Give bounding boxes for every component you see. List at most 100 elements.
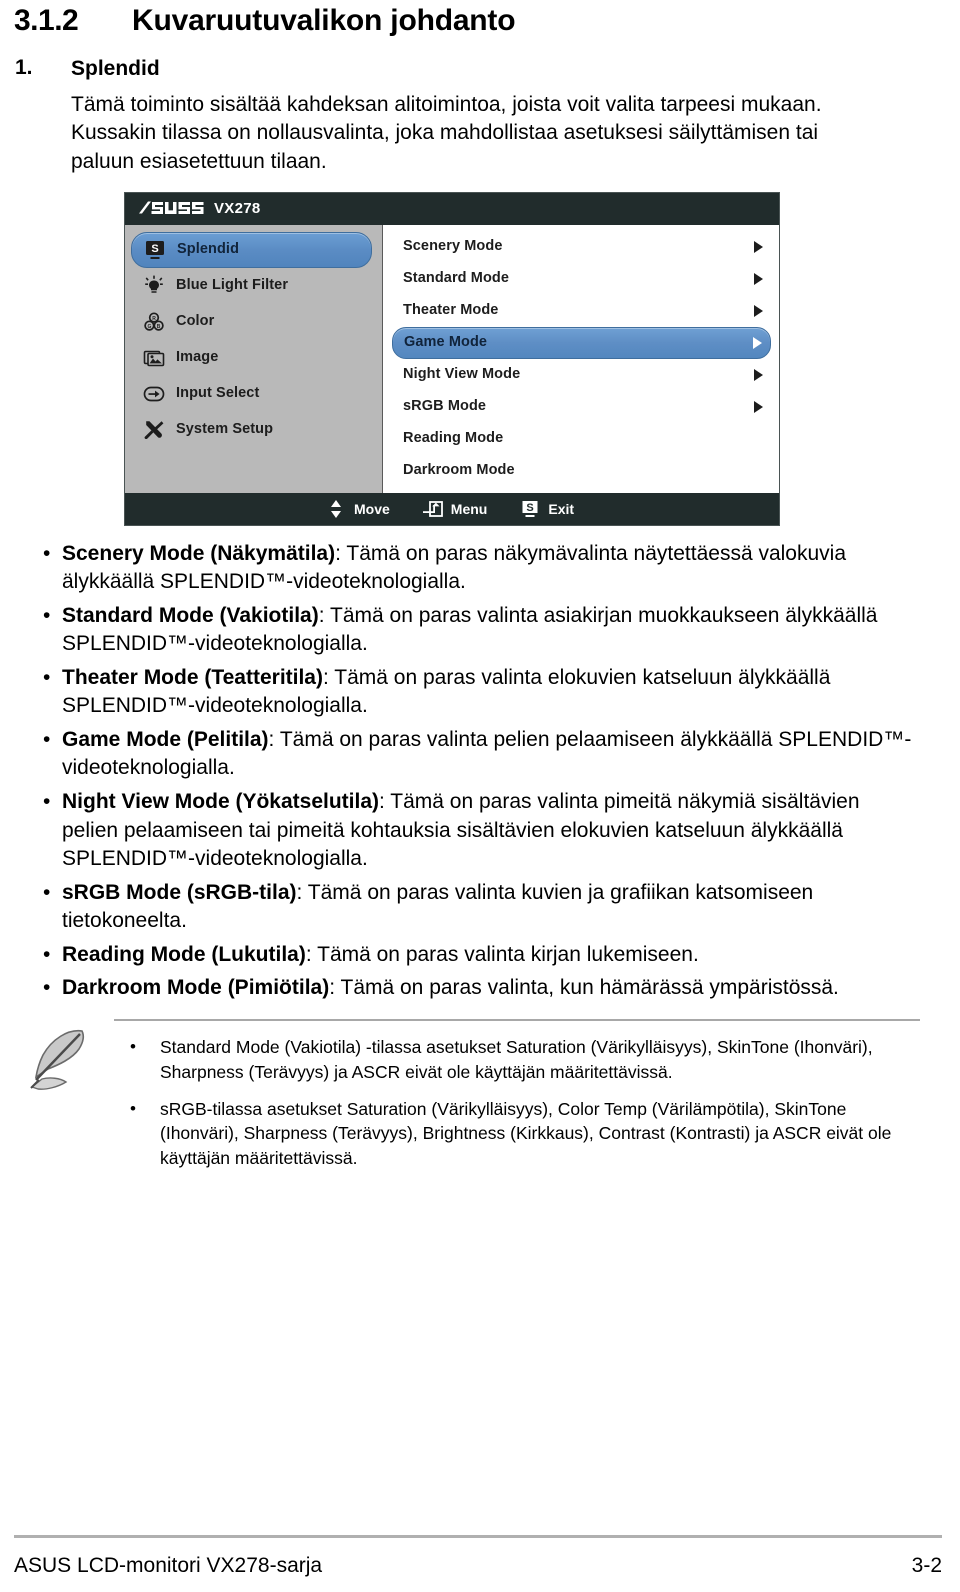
list-item-term: Game Mode (Pelitila) xyxy=(62,727,269,751)
input-arrow-icon xyxy=(141,382,167,406)
numbered-item-body: Splendid Tämä toiminto sisältää kahdeksa… xyxy=(71,56,942,176)
osd-titlebar: VX278 xyxy=(125,192,779,225)
enter-menu-icon xyxy=(422,499,444,519)
note-list-item-text: sRGB-tilassa asetukset Saturation (Värik… xyxy=(160,1098,892,1169)
list-item: • Night View Mode (Yökatselutila): Tämä … xyxy=(14,788,920,874)
section-number: 3.1.2 xyxy=(14,4,79,37)
sidebar-item-blue-light-filter[interactable]: Blue Light Filter xyxy=(131,268,372,304)
mode-label: Night View Mode xyxy=(403,366,521,383)
osd-mode-list: Scenery Mode Standard Mode Theater Mode … xyxy=(383,224,779,493)
list-item: • Scenery Mode (Näkymätila): Tämä on par… xyxy=(14,540,920,597)
mode-row-srgb[interactable]: sRGB Mode xyxy=(392,391,771,423)
list-item-term: Reading Mode (Lukutila) xyxy=(62,942,306,966)
chevron-right-icon xyxy=(754,368,763,381)
bullet-marker: • xyxy=(43,880,51,904)
list-item-text: Night View Mode (Yökatselutila): Tämä on… xyxy=(62,788,920,874)
tools-icon xyxy=(141,418,167,442)
sidebar-item-label: System Setup xyxy=(176,421,274,438)
bullet-marker: • xyxy=(43,541,51,565)
note-list: • Standard Mode (Vakiotila) -tilassa ase… xyxy=(114,1021,920,1183)
osd-figure: VX278 S Splendid Blue Light Filter R G B… xyxy=(124,191,942,526)
section-heading: 3.1.2 Kuvaruutuvalikon johdanto xyxy=(14,4,942,38)
list-item: • sRGB Mode (sRGB-tila): Tämä on paras v… xyxy=(14,879,920,936)
list-item-term: sRGB Mode (sRGB-tila) xyxy=(62,880,297,904)
page-footer: ASUS LCD-monitori VX278-sarja 3-2 xyxy=(0,1535,960,1592)
osd-hint-label: Move xyxy=(354,500,390,517)
chevron-right-icon xyxy=(754,304,763,317)
bullet-marker: • xyxy=(43,790,51,813)
chevron-right-icon xyxy=(753,336,762,349)
asus-logo-icon xyxy=(139,201,205,216)
svg-text:S: S xyxy=(151,243,158,255)
sidebar-item-color[interactable]: R G B Color xyxy=(131,304,372,340)
sidebar-item-label: Image xyxy=(176,349,219,366)
splendid-s-icon: S xyxy=(519,499,541,519)
list-item-text: Reading Mode (Lukutila): Tämä on paras v… xyxy=(62,941,920,970)
osd-window: VX278 S Splendid Blue Light Filter R G B… xyxy=(124,191,780,526)
sidebar-item-label: Splendid xyxy=(177,241,240,258)
list-item: • Darkroom Mode (Pimiötila): Tämä on par… xyxy=(14,974,920,1003)
list-item-text: Scenery Mode (Näkymätila): Tämä on paras… xyxy=(62,540,920,597)
list-item-term: Theater Mode (Teatteritila) xyxy=(62,665,323,689)
mode-label: Darkroom Mode xyxy=(403,462,515,479)
list-item-desc: : Tämä on paras valinta kirjan lukemisee… xyxy=(305,942,699,966)
note-list-item-text: Standard Mode (Vakiotila) -tilassa asetu… xyxy=(160,1036,873,1082)
sidebar-item-input-select[interactable]: Input Select xyxy=(131,376,372,412)
sidebar-item-label: Color xyxy=(176,313,215,330)
list-item-text: Theater Mode (Teatteritila): Tämä on par… xyxy=(62,664,920,721)
sidebar-item-label: Input Select xyxy=(176,385,260,402)
sidebar-item-splendid[interactable]: S Splendid xyxy=(131,231,372,268)
lightbulb-icon xyxy=(141,274,167,298)
osd-sidebar: S Splendid Blue Light Filter R G B Color… xyxy=(125,224,383,493)
page-number: 3-2 xyxy=(911,1554,942,1577)
note-list-item: • Standard Mode (Vakiotila) -tilassa ase… xyxy=(114,1035,920,1085)
mode-label: Theater Mode xyxy=(403,302,499,319)
sidebar-item-label: Blue Light Filter xyxy=(176,277,289,294)
chevron-right-icon xyxy=(754,240,763,253)
mode-row-scenery[interactable]: Scenery Mode xyxy=(392,231,771,263)
list-item: • Theater Mode (Teatteritila): Tämä on p… xyxy=(14,664,920,721)
page-title: Kuvaruutuvalikon johdanto xyxy=(132,4,516,37)
mode-label: sRGB Mode xyxy=(403,398,487,415)
svg-text:B: B xyxy=(157,323,161,329)
osd-model-label: VX278 xyxy=(214,200,261,218)
osd-hint-move[interactable]: Move xyxy=(325,499,390,519)
chevron-right-icon xyxy=(754,400,763,413)
bullet-marker: • xyxy=(130,1098,136,1118)
bullet-marker: • xyxy=(43,603,51,627)
footer-divider xyxy=(14,1535,942,1538)
mode-row-standard[interactable]: Standard Mode xyxy=(392,263,771,295)
osd-hint-menu[interactable]: Menu xyxy=(422,499,487,519)
numbered-item-marker: 1. xyxy=(15,56,33,79)
svg-text:G: G xyxy=(147,323,151,329)
mode-row-reading[interactable]: Reading Mode xyxy=(392,423,771,455)
mode-row-game[interactable]: Game Mode xyxy=(392,326,771,359)
svg-text:S: S xyxy=(527,502,534,514)
splendid-monitor-icon: S xyxy=(142,238,168,262)
list-item-desc: : Tämä on paras valinta, kun hämärässä y… xyxy=(329,976,839,1000)
list-item-text: Game Mode (Pelitila): Tämä on paras vali… xyxy=(62,726,920,783)
note-body: • Standard Mode (Vakiotila) -tilassa ase… xyxy=(114,1018,942,1183)
sidebar-item-system-setup[interactable]: System Setup xyxy=(131,412,372,448)
chevron-right-icon xyxy=(754,272,763,285)
footer-row: ASUS LCD-monitori VX278-sarja 3-2 xyxy=(14,1554,942,1592)
mode-row-theater[interactable]: Theater Mode xyxy=(392,295,771,327)
numbered-item-title: Splendid xyxy=(71,57,160,80)
list-item-text: Standard Mode (Vakiotila): Tämä on paras… xyxy=(62,602,920,659)
osd-hint-exit[interactable]: S Exit xyxy=(519,499,574,519)
mode-label: Scenery Mode xyxy=(403,238,503,255)
mode-description-list: • Scenery Mode (Näkymätila): Tämä on par… xyxy=(14,540,942,1003)
feather-note-icon xyxy=(14,1019,114,1183)
note-callout: • Standard Mode (Vakiotila) -tilassa ase… xyxy=(14,1018,942,1183)
bullet-marker: • xyxy=(130,1036,136,1056)
mode-row-darkroom[interactable]: Darkroom Mode xyxy=(392,455,771,487)
mode-row-night-view[interactable]: Night View Mode xyxy=(392,359,771,391)
bullet-marker: • xyxy=(43,727,51,751)
list-item: • Reading Mode (Lukutila): Tämä on paras… xyxy=(14,941,920,970)
sidebar-item-image[interactable]: Image xyxy=(131,340,372,376)
bullet-marker: • xyxy=(43,976,51,1000)
numbered-item-paragraph: Tämä toiminto sisältää kahdeksan alitoim… xyxy=(71,93,822,173)
list-item-term: Darkroom Mode (Pimiötila) xyxy=(62,976,330,1000)
up-down-arrows-icon xyxy=(325,499,347,519)
list-item: • Game Mode (Pelitila): Tämä on paras va… xyxy=(14,726,920,783)
